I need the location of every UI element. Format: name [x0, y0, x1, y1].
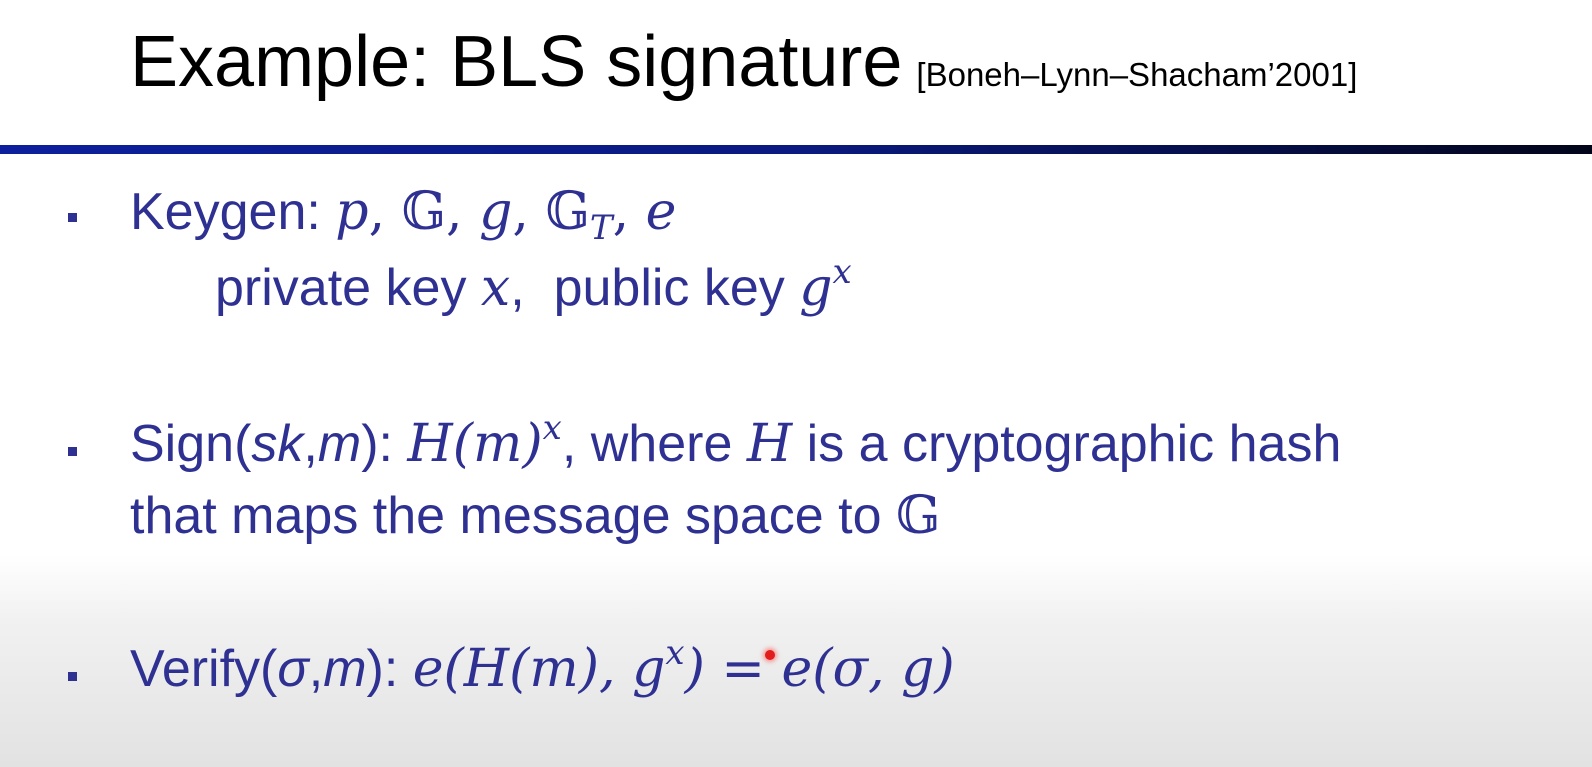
title-reference: [Boneh–Lynn–Shacham’2001]	[916, 56, 1358, 93]
sign-sk: sk	[251, 415, 304, 473]
verify-sigma: σ	[277, 640, 309, 698]
private-key-label: private key	[215, 259, 481, 317]
sign-m: m	[317, 415, 362, 473]
slide-title: Example: BLS signature [Boneh–Lynn–Shacha…	[130, 26, 1357, 98]
verify-lhs: e(H(m), g	[412, 639, 666, 699]
sign-line-2: that maps the message space to 𝔾	[130, 490, 940, 542]
sign-description-2: that maps the message space to	[130, 487, 896, 545]
keygen-p: p	[335, 182, 369, 242]
keygen-keys-line: private key x, public key gx	[215, 255, 852, 317]
public-key-label: public key	[553, 259, 800, 317]
sign-hash-H: H	[407, 414, 453, 474]
verify-equals: =	[704, 639, 782, 699]
sign-label-end: ):	[361, 415, 408, 473]
sign-label: Sign(	[130, 415, 252, 473]
slide: Example: BLS signature [Boneh–Lynn–Shacha…	[0, 0, 1592, 767]
verify-comma: ,	[308, 640, 324, 698]
keygen-sep-2: ,	[446, 182, 480, 242]
public-key-base: g	[799, 258, 833, 318]
bullet-marker-keygen	[68, 213, 77, 222]
verify-line: Verify(σ,m): e(H(m), gx) = e(σ, g)	[130, 636, 955, 698]
keygen-sep-4: ,	[612, 182, 646, 242]
keygen-e: e	[645, 182, 677, 242]
verify-lhs-close: )	[684, 639, 705, 699]
sign-exponent: x	[542, 408, 562, 448]
title-text: Example: BLS signature	[130, 22, 903, 102]
keygen-sep-3: ,	[512, 182, 546, 242]
keygen-group-G: 𝔾	[401, 182, 447, 242]
keygen-group-GT-subscript: T	[589, 208, 613, 248]
sign-line: Sign(sk,m): H(m)x, where H is a cryptogr…	[130, 411, 1342, 473]
keygen-line: Keygen: p, 𝔾, g, 𝔾T, e	[130, 183, 676, 245]
verify-lhs-exponent: x	[665, 633, 685, 673]
sign-description: is a cryptographic hash	[792, 415, 1342, 473]
verify-label: Verify(	[130, 640, 278, 698]
keys-separator: ,	[510, 259, 554, 317]
keygen-label: Keygen:	[130, 183, 336, 241]
verify-rhs: e(σ, g)	[781, 639, 955, 699]
private-key-x: x	[480, 258, 511, 318]
verify-m: m	[323, 640, 367, 698]
keygen-g: g	[479, 182, 513, 242]
sign-group-G: 𝔾	[895, 486, 941, 546]
sign-hash-arg: (m)	[452, 414, 543, 474]
sign-hash-H-ref: H	[746, 414, 793, 474]
public-key-exponent: x	[832, 252, 852, 292]
sign-comma: ,	[303, 415, 318, 473]
bullet-marker-sign	[68, 447, 77, 456]
keygen-sep-1: ,	[368, 182, 402, 242]
sign-where: , where	[561, 415, 747, 473]
keygen-group-GT: 𝔾	[545, 182, 590, 242]
laser-pointer-dot	[765, 650, 775, 660]
bullet-marker-verify	[68, 672, 77, 681]
verify-label-end: ):	[366, 640, 413, 698]
title-divider	[0, 145, 1592, 154]
